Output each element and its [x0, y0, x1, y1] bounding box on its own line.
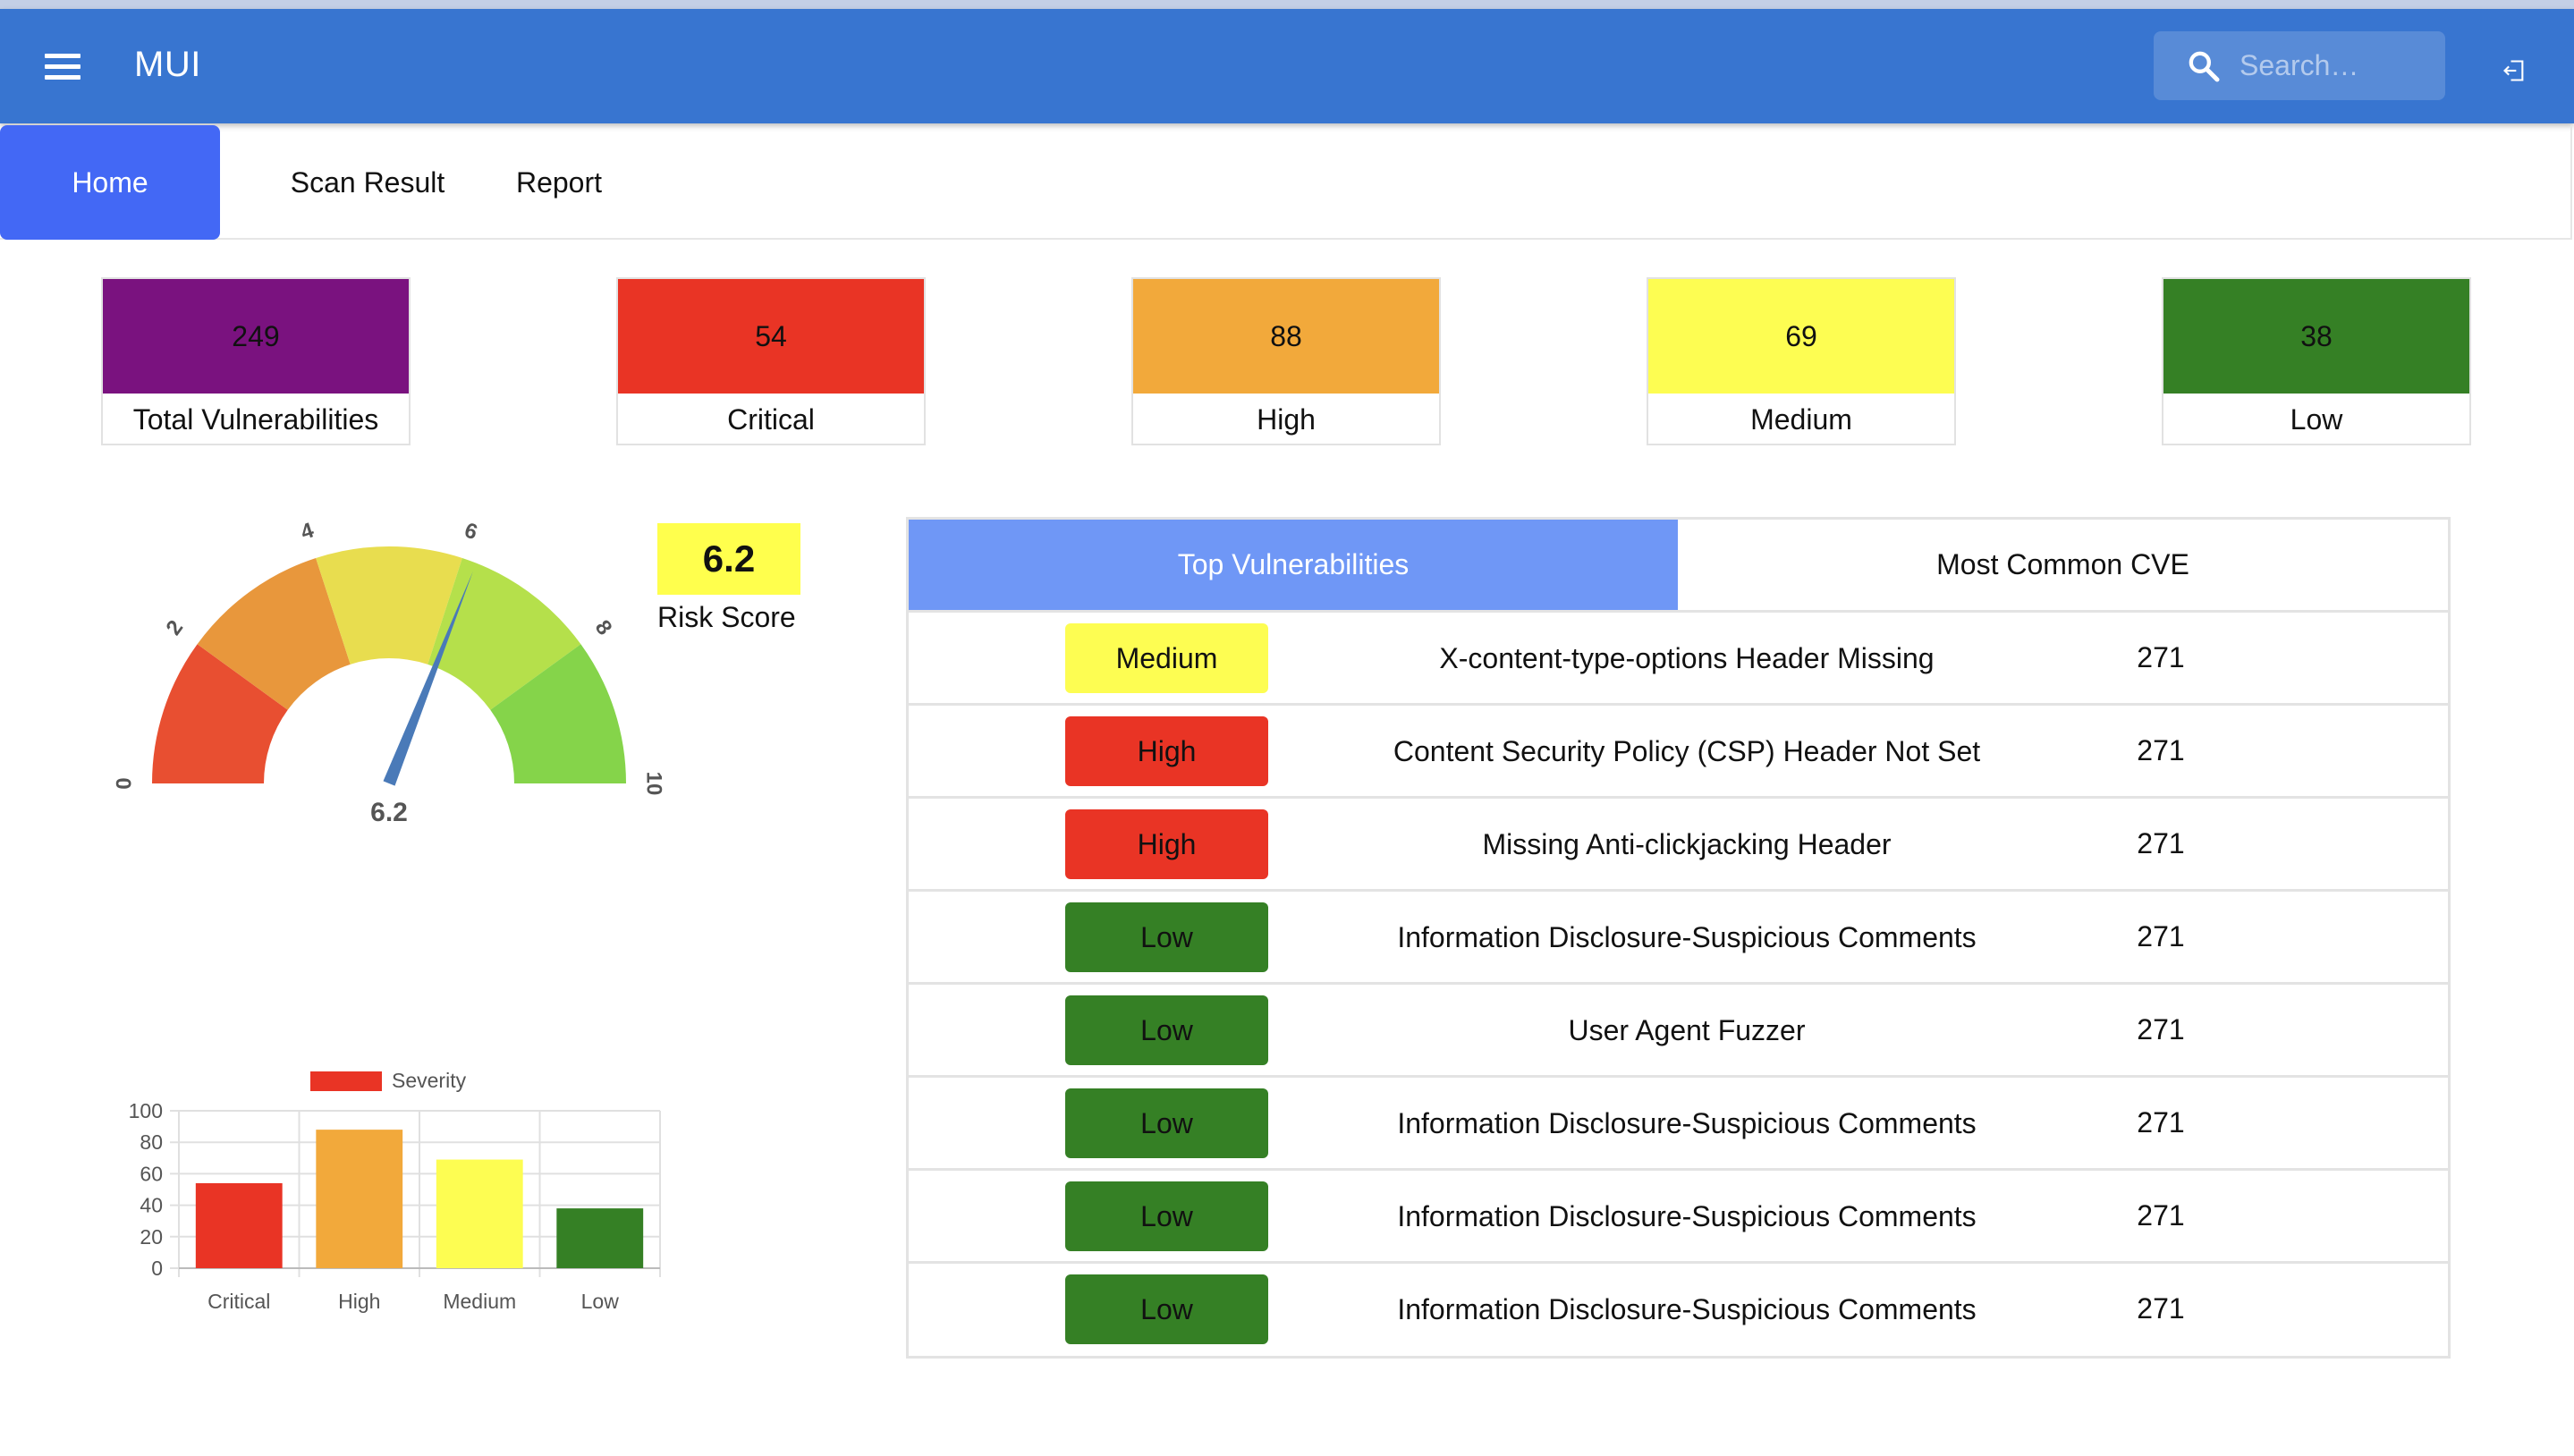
y-tick-label: 100 [129, 1099, 163, 1122]
vulnerability-count: 271 [2137, 827, 2185, 859]
card-critical: 54 Critical [616, 277, 926, 445]
gauge-tick-label: 4 [298, 518, 318, 545]
card-value-box: 88 [1133, 279, 1439, 394]
search-icon [2189, 51, 2220, 82]
vulnerability-name: X-content-type-options Header Missing [1439, 641, 1935, 674]
gauge-value-label: 6.2 [370, 798, 408, 827]
search-box[interactable] [2154, 31, 2445, 100]
severity-bar-chart: Severity 0 20 40 60 80 100 Critical High Medium Lo… [129, 1069, 661, 1313]
y-tick-label: 40 [140, 1194, 163, 1217]
gauge-tick-label: 10 [642, 772, 666, 796]
vulnerability-name: Content Security Policy (CSP) Header Not… [1393, 734, 1981, 767]
table-row: Medium X-content-type-options Header Miss… [909, 613, 2448, 706]
vulnerability-count: 271 [2137, 1106, 2185, 1139]
vulnerability-table: Top Vulnerabilities Most Common CVE Medi… [906, 517, 2451, 1359]
vulnerability-name: Missing Anti-clickjacking Header [1482, 827, 1892, 860]
card-label: Critical [727, 402, 815, 436]
tab-most-common-cve[interactable]: Most Common CVE [1678, 520, 2448, 610]
vulnerability-count: 271 [2137, 1199, 2185, 1232]
table-row: High Content Security Policy (CSP) Header… [909, 706, 2448, 799]
x-tick-label: Critical [207, 1290, 270, 1313]
card-value-box: 69 [1648, 279, 1954, 394]
table-row: Low User Agent Fuzzer 271 [909, 985, 2448, 1078]
bar [436, 1159, 523, 1268]
vulnerability-name: User Agent Fuzzer [1568, 1013, 1806, 1046]
main-tabs: Home Scan Result Report [0, 125, 2572, 240]
severity-badge[interactable]: Medium [1065, 623, 1268, 693]
severity-badge[interactable]: Low [1065, 902, 1268, 972]
severity-badge[interactable]: Low [1065, 1088, 1268, 1158]
legend-swatch [310, 1071, 382, 1091]
table-row: Low Information Disclosure-Suspicious Com… [909, 892, 2448, 985]
card-value-box: 54 [618, 279, 924, 394]
vulnerability-count: 271 [2137, 1013, 2185, 1045]
severity-badge[interactable]: Low [1065, 1274, 1268, 1344]
legend-label: Severity [392, 1069, 467, 1092]
risk-score-value: 6.2 [657, 523, 800, 595]
y-tick-label: 20 [140, 1225, 163, 1249]
risk-gauge: 0 2 4 6 8 10 6.2 [112, 518, 666, 827]
bar [195, 1182, 283, 1268]
card-label: Medium [1750, 402, 1852, 436]
vulnerability-count: 271 [2137, 641, 2185, 673]
table-row: Low Information Disclosure-Suspicious Com… [909, 1171, 2448, 1264]
x-tick-label: High [338, 1290, 380, 1313]
vulnerability-name: Information Disclosure-Suspicious Commen… [1397, 1199, 1977, 1232]
gauge-tick-label: 6 [461, 518, 480, 545]
gauge-tick-label: 8 [590, 616, 617, 640]
risk-score-label: Risk Score [657, 601, 796, 633]
window-top-edge [0, 0, 2574, 9]
y-tick-label: 0 [151, 1257, 163, 1280]
tab-top-vulnerabilities[interactable]: Top Vulnerabilities [909, 520, 1678, 610]
card-medium: 69 Medium [1647, 277, 1956, 445]
card-label: Total Vulnerabilities [132, 402, 379, 436]
y-tick-label: 80 [140, 1130, 163, 1154]
search-input[interactable] [2240, 31, 2436, 100]
table-row: Low Information Disclosure-Suspicious Com… [909, 1078, 2448, 1171]
card-label: High [1257, 402, 1316, 436]
card-value-box: 249 [103, 279, 409, 394]
severity-badge[interactable]: High [1065, 716, 1268, 786]
table-tabs: Top Vulnerabilities Most Common CVE [909, 520, 2448, 613]
tab-report[interactable]: Report [501, 125, 617, 240]
card-high: 88 High [1131, 277, 1441, 445]
vulnerability-count: 271 [2137, 1292, 2185, 1325]
bar [316, 1130, 403, 1268]
y-tick-label: 60 [140, 1162, 163, 1185]
vulnerability-name: Information Disclosure-Suspicious Commen… [1397, 1292, 1977, 1325]
gauge-tick-label: 0 [112, 777, 136, 789]
severity-badge[interactable]: Low [1065, 995, 1268, 1065]
x-tick-label: Low [581, 1290, 620, 1313]
card-value-box: 38 [2163, 279, 2469, 394]
vulnerability-name: Information Disclosure-Suspicious Commen… [1397, 920, 1977, 953]
table-row: High Missing Anti-clickjacking Header 271 [909, 799, 2448, 892]
gauge-tick-label: 2 [162, 616, 189, 640]
vulnerability-count: 271 [2137, 734, 2185, 766]
card-label: Low [2290, 402, 2343, 436]
vulnerability-name: Information Disclosure-Suspicious Commen… [1397, 1106, 1977, 1139]
vulnerability-count: 271 [2137, 920, 2185, 952]
table-row: Low Information Disclosure-Suspicious Com… [909, 1264, 2448, 1357]
tab-home[interactable]: Home [0, 125, 220, 240]
app-bar: MUI [0, 9, 2574, 123]
card-total-vulnerabilities: 249 Total Vulnerabilities [101, 277, 411, 445]
tab-scan-result[interactable]: Scan Result [268, 125, 467, 240]
x-tick-label: Medium [443, 1290, 516, 1313]
severity-badge[interactable]: High [1065, 809, 1268, 879]
severity-badge[interactable]: Low [1065, 1181, 1268, 1251]
menu-icon[interactable] [45, 54, 80, 80]
card-low: 38 Low [2162, 277, 2471, 445]
logout-icon[interactable] [2502, 58, 2527, 83]
bar [556, 1208, 644, 1268]
app-title: MUI [134, 45, 201, 84]
